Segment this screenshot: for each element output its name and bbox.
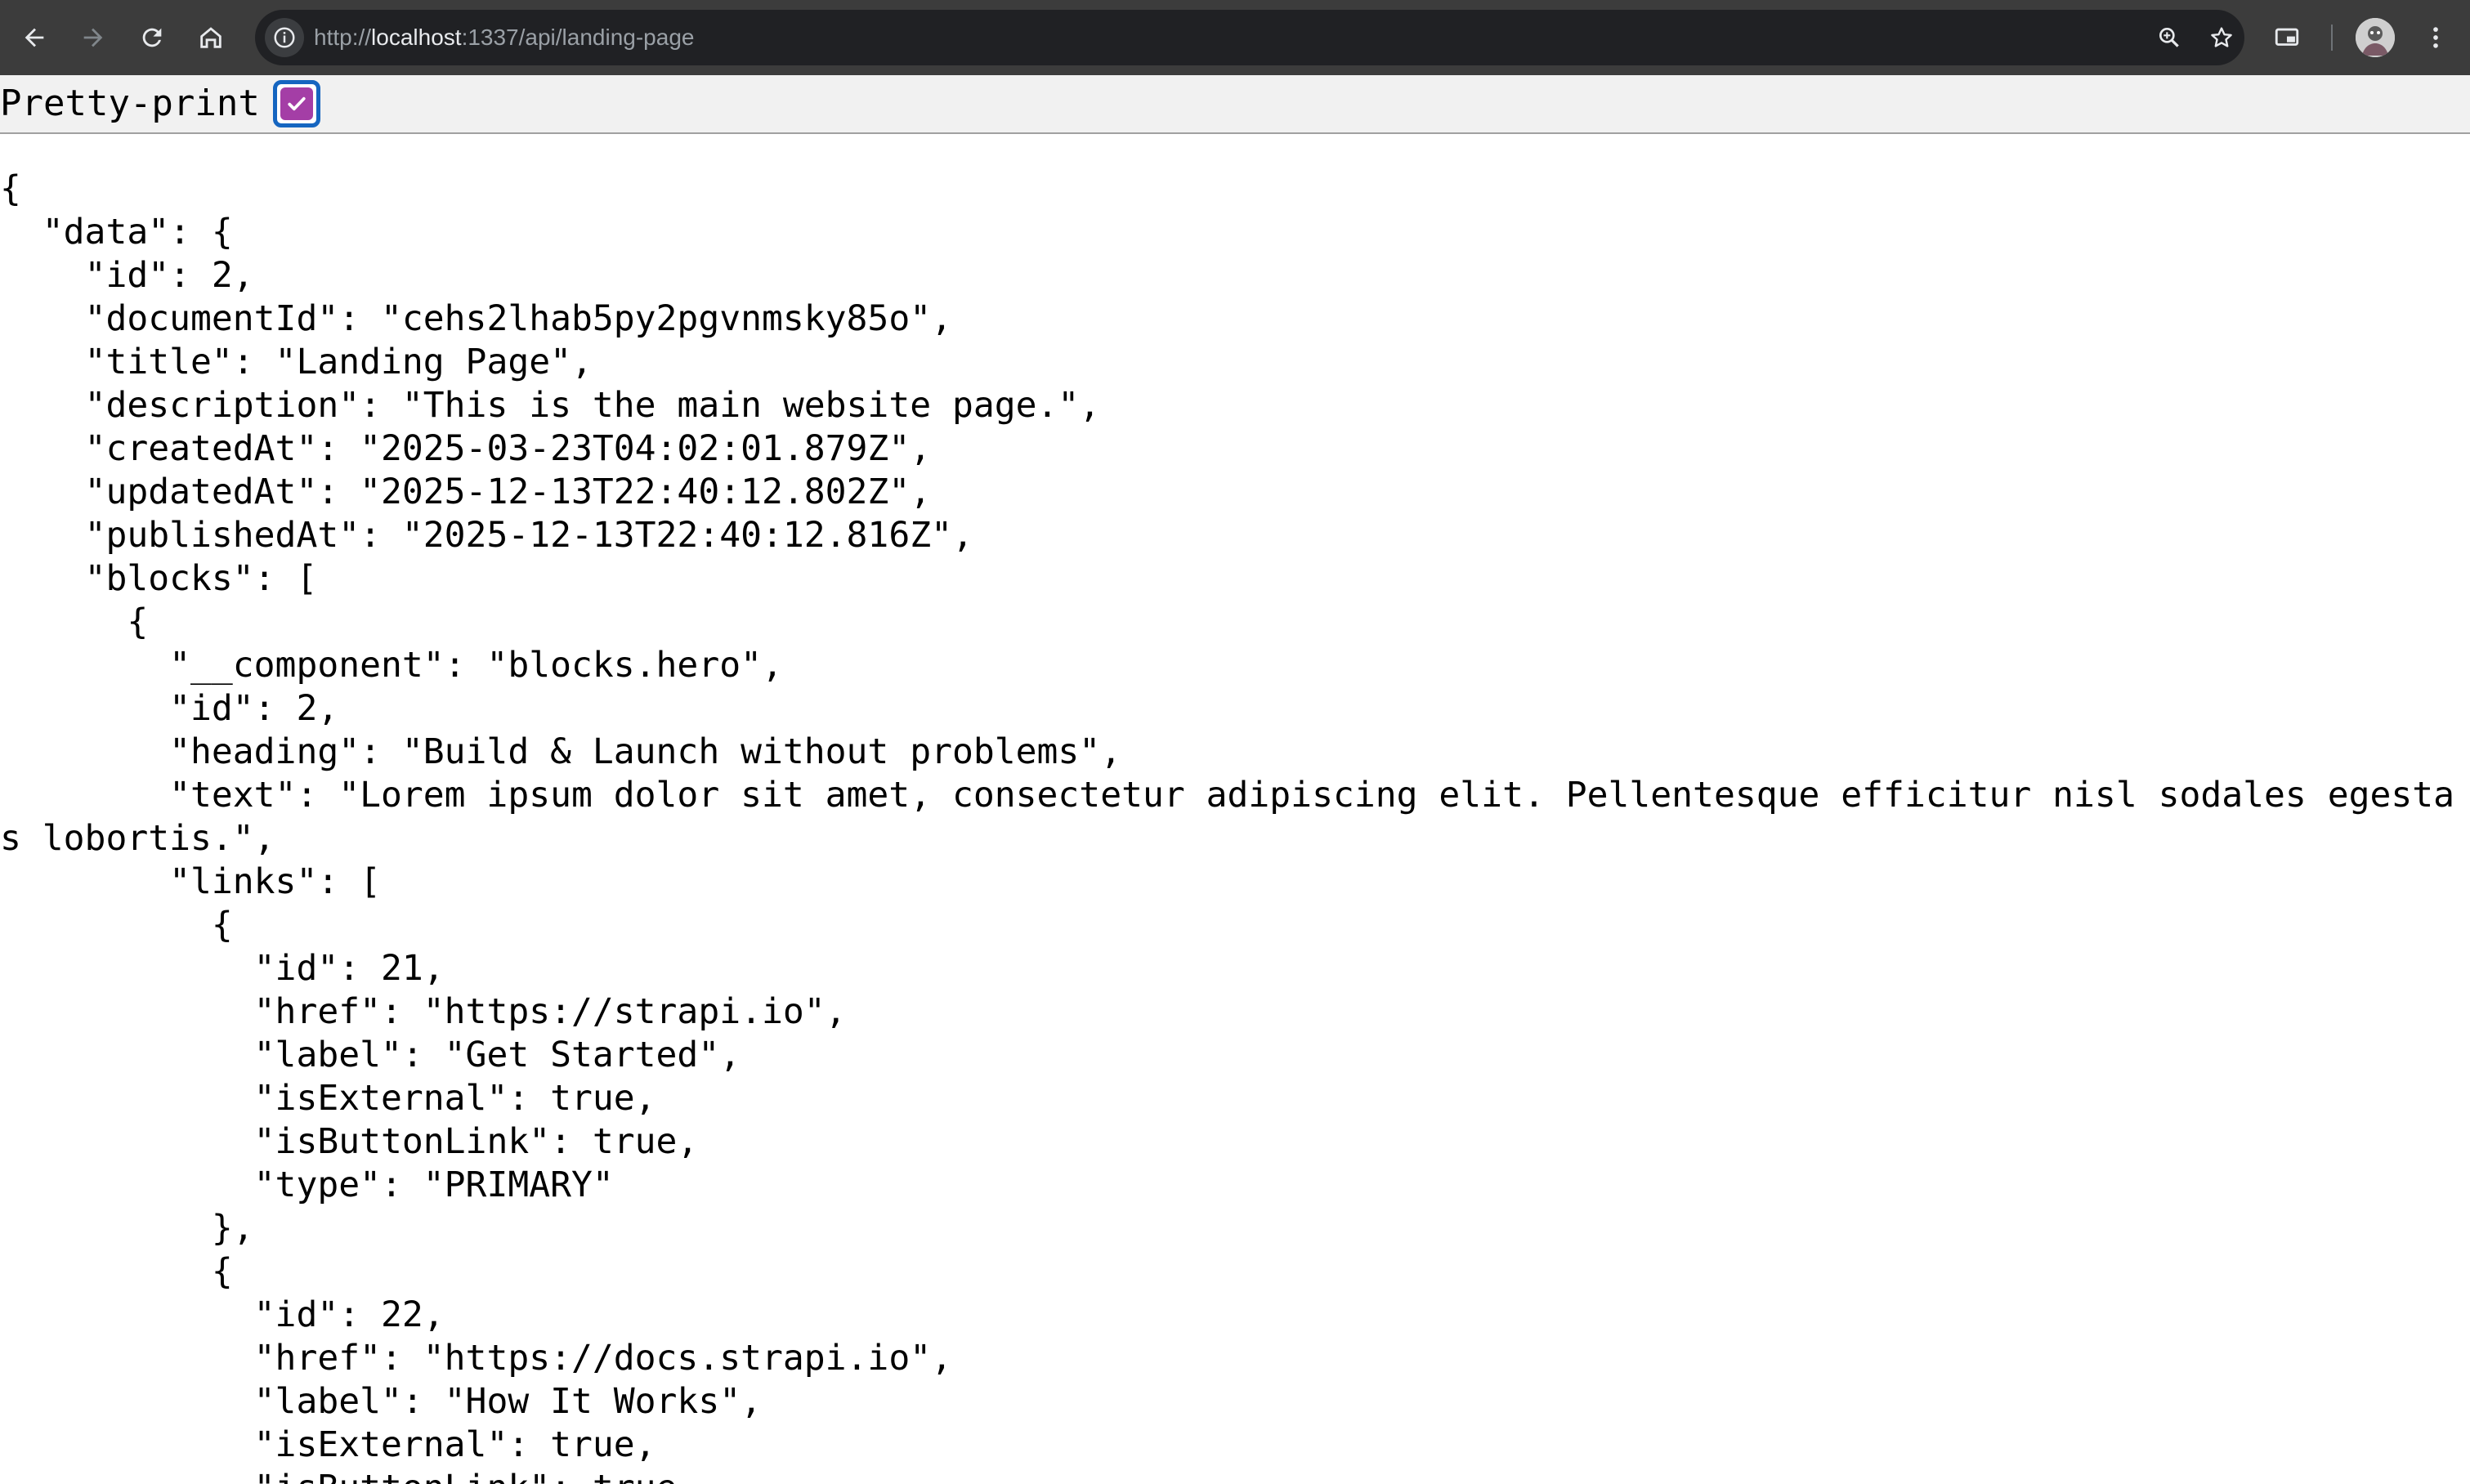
url-path: :1337/api/landing-page: [461, 25, 695, 50]
reload-icon: [142, 28, 162, 47]
home-icon: [200, 27, 221, 48]
checkmark-icon: [288, 96, 306, 111]
pretty-print-bar: Pretty-print: [0, 75, 2470, 134]
json-response-body: { "data": { "id": 2, "documentId": "cehs…: [0, 168, 2455, 1484]
cast-icon: [2275, 28, 2299, 46]
checkbox-checked-fill: [280, 87, 313, 120]
zoom-icon: [2159, 27, 2179, 47]
home-button[interactable]: [188, 15, 234, 60]
site-info-button[interactable]: [265, 18, 304, 57]
bookmark-button[interactable]: [2202, 18, 2241, 57]
pretty-print-label: Pretty-print: [0, 83, 260, 124]
zoom-button[interactable]: [2150, 18, 2189, 57]
back-button[interactable]: [11, 15, 57, 60]
url-host: localhost: [371, 25, 462, 50]
cast-button[interactable]: [2264, 15, 2310, 60]
avatar-icon: [2356, 18, 2395, 57]
info-icon: [274, 27, 295, 48]
pretty-print-checkbox[interactable]: [273, 80, 320, 127]
reload-button[interactable]: [129, 15, 175, 60]
url-text[interactable]: http://localhost:1337/api/landing-page: [314, 10, 694, 65]
profile-avatar[interactable]: [2356, 18, 2395, 57]
kebab-menu-icon: [2433, 27, 2438, 48]
url-scheme: http://: [314, 25, 372, 50]
star-icon: [2211, 27, 2232, 47]
arrow-right-icon: [83, 28, 103, 47]
browser-toolbar: http://localhost:1337/api/landing-page: [0, 0, 2470, 75]
address-bar[interactable]: http://localhost:1337/api/landing-page: [255, 10, 2244, 65]
toolbar-divider: [2331, 25, 2333, 51]
arrow-left-icon: [25, 28, 44, 47]
browser-menu-button[interactable]: [2413, 15, 2459, 60]
forward-button[interactable]: [70, 15, 116, 60]
